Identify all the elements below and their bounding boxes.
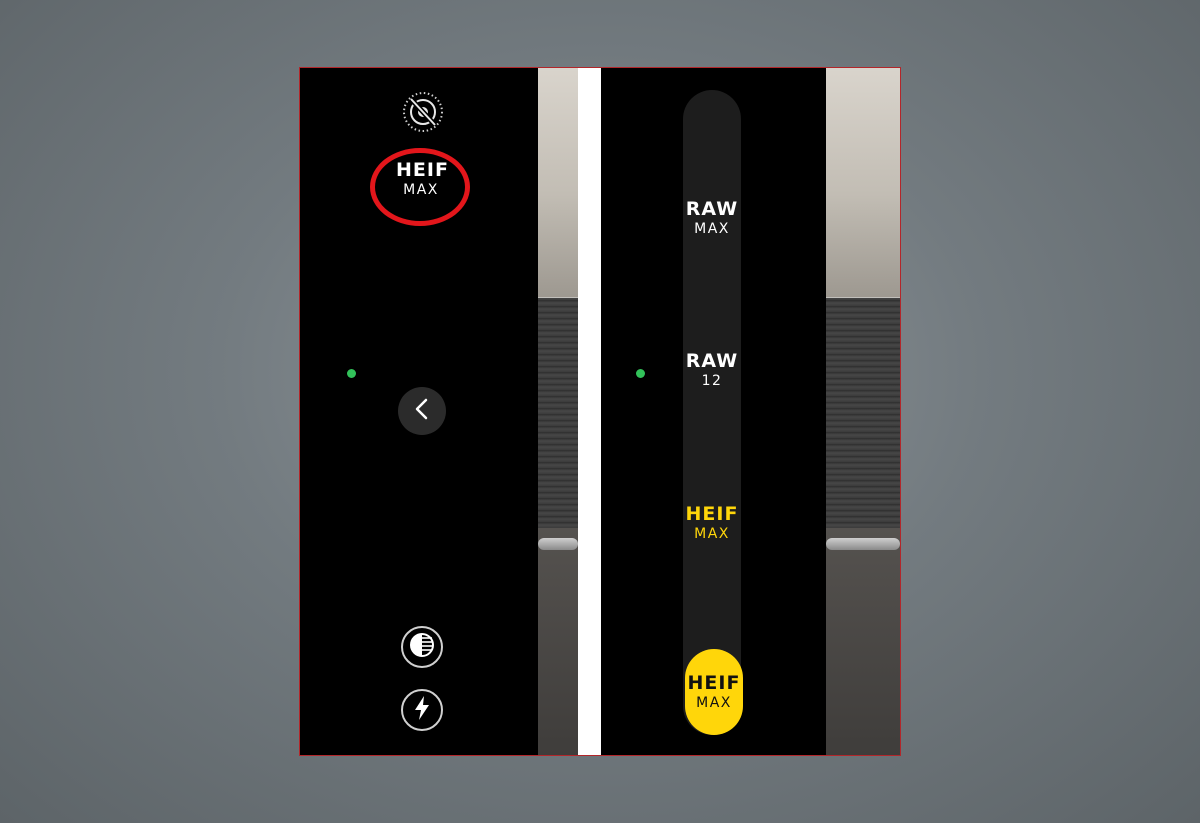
format-option-heif-max[interactable]: HEIF MAX — [683, 503, 741, 542]
camera-control-strip: HEIF MAX — [300, 68, 538, 755]
format-option-raw-12[interactable]: RAW 12 — [683, 350, 741, 389]
selected-format-button[interactable]: HEIF MAX — [685, 649, 743, 735]
collapse-controls-button[interactable] — [398, 387, 446, 435]
chevron-left-icon — [412, 397, 432, 425]
live-photo-off-icon[interactable] — [401, 90, 445, 134]
option-label: RAW — [685, 198, 739, 220]
camera-in-use-indicator — [347, 369, 356, 378]
option-label: HEIF — [685, 503, 739, 525]
camera-screen-left: HEIF MAX — [300, 68, 578, 755]
option-sublabel: MAX — [694, 526, 730, 542]
viewfinder-preview — [538, 68, 578, 755]
flash-icon — [412, 695, 432, 725]
camera-screen-right: RAW MAX RAW 12 HEIF MAX HEIF MAX — [601, 68, 900, 755]
exposure-button[interactable] — [401, 626, 443, 668]
format-option-raw-max[interactable]: RAW MAX — [683, 198, 741, 237]
exposure-icon — [409, 632, 435, 662]
selected-label: HEIF — [687, 672, 741, 694]
option-sublabel: 12 — [701, 373, 723, 389]
highlight-circle — [370, 148, 470, 226]
flash-button[interactable] — [401, 689, 443, 731]
option-label: RAW — [685, 350, 739, 372]
viewfinder-preview — [826, 68, 900, 755]
format-picker: RAW MAX RAW 12 HEIF MAX HEIF MAX — [683, 90, 743, 735]
camera-in-use-indicator — [636, 369, 645, 378]
camera-control-strip: RAW MAX RAW 12 HEIF MAX HEIF MAX — [601, 68, 826, 755]
selected-sublabel: MAX — [696, 695, 732, 711]
comparison-figure: HEIF MAX RAW MAX RAW 12 HEIF MAX HEIF MA… — [300, 68, 900, 755]
option-sublabel: MAX — [694, 221, 730, 237]
